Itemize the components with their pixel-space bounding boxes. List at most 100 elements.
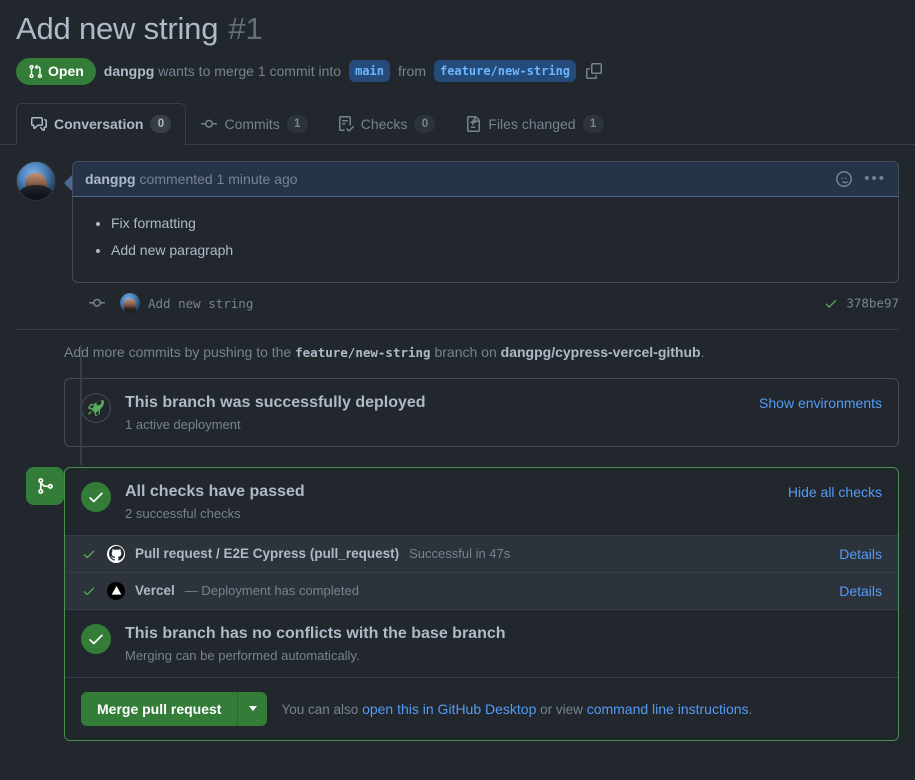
conflict-status: This branch has no conflicts with the ba… — [65, 608, 898, 677]
vercel-triangle-icon — [107, 581, 125, 600]
kebab-horizontal-icon[interactable]: ••• — [864, 171, 886, 186]
check-description: — Deployment has completed — [184, 583, 359, 599]
tab-counter: 1 — [582, 114, 604, 133]
tab-label: Checks — [360, 115, 408, 132]
check-details-link[interactable]: Details — [839, 583, 882, 599]
list-item: Fix formatting — [111, 213, 886, 235]
commit-sha[interactable]: 378be97 — [846, 296, 899, 311]
tab-files-changed[interactable]: Files changed 1 — [450, 103, 618, 144]
deployment-title: This branch was successfully deployed — [125, 394, 426, 412]
check-row: Pull request / E2E Cypress (pull_request… — [65, 534, 898, 572]
github-mark-icon — [107, 544, 125, 563]
check-circle-icon — [81, 623, 111, 654]
tab-commits[interactable]: Commits 1 — [186, 103, 322, 144]
github-desktop-link[interactable]: open this in GitHub Desktop — [362, 701, 536, 717]
check-icon — [81, 584, 97, 598]
comment-header-actions: ••• — [836, 170, 886, 187]
file-diff-icon — [465, 115, 481, 132]
checks-title: All checks have passed — [125, 482, 305, 500]
check-name[interactable]: Pull request / E2E Cypress (pull_request… — [135, 546, 399, 561]
comment-author[interactable]: dangpg — [85, 171, 136, 187]
merge-dropdown-button[interactable] — [237, 691, 268, 726]
pr-tabs: Conversation 0 Commits 1 Checks 0 Files … — [0, 102, 915, 145]
command-line-instructions-link[interactable]: command line instructions — [587, 701, 749, 717]
timeline: dangpg commented 1 minute ago ••• Fix fo… — [0, 145, 915, 741]
status-badge-label: Open — [48, 63, 84, 80]
merge-actions: Merge pull request You can also open thi… — [65, 676, 898, 740]
checks-summary-text: All checks have passed 2 successful chec… — [125, 482, 305, 521]
checks-summary: All checks have passed 2 successful chec… — [65, 468, 898, 535]
pr-meta-from: from — [397, 63, 426, 80]
merge-hint-middle: or view — [540, 701, 583, 717]
timeline-rail — [80, 344, 82, 465]
tab-label: Commits — [224, 115, 280, 132]
rocket-icon — [81, 393, 111, 424]
page-title-row: Add new string #1 — [0, 0, 915, 49]
push-hint-prefix: Add more commits by pushing to the — [64, 344, 292, 361]
comment-thread: dangpg commented 1 minute ago ••• Fix fo… — [16, 145, 899, 284]
check-icon — [81, 547, 97, 561]
deployment-subtitle: 1 active deployment — [125, 416, 241, 432]
commit-status: 378be97 — [823, 296, 899, 311]
avatar[interactable] — [16, 160, 56, 201]
check-icon — [823, 296, 839, 310]
git-commit-node-icon — [89, 295, 105, 311]
merge-button-group: Merge pull request — [81, 691, 268, 726]
checks-subtitle: 2 successful checks — [125, 505, 241, 521]
comment-list: Fix formatting Add new paragraph — [85, 213, 886, 262]
tab-counter: 0 — [150, 114, 172, 133]
base-branch-chip[interactable]: main — [349, 60, 390, 83]
hide-all-checks-link[interactable]: Hide all checks — [788, 482, 882, 500]
push-hint-branch: feature/new-string — [295, 345, 431, 361]
merge-hint: You can also open this in GitHub Desktop… — [281, 701, 752, 717]
pr-meta-text: dangpg wants to merge 1 commit into — [104, 63, 341, 79]
commit-content: Add new string — [120, 293, 253, 314]
comment-discussion-icon — [31, 116, 47, 132]
check-name[interactable]: Vercel — [135, 583, 175, 598]
deployment-text: This branch was successfully deployed 1 … — [125, 393, 426, 432]
push-hint-middle: branch on — [434, 344, 497, 361]
deployment-box: This branch was successfully deployed 1 … — [64, 378, 899, 447]
git-merge-icon — [26, 466, 64, 505]
check-details-link[interactable]: Details — [839, 546, 882, 562]
commit-message[interactable]: Add new string — [148, 296, 253, 311]
tab-counter: 1 — [286, 114, 308, 133]
copy-icon[interactable] — [586, 63, 603, 80]
conflict-text: This branch has no conflicts with the ba… — [125, 624, 506, 663]
show-environments-link[interactable]: Show environments — [759, 393, 882, 411]
comment-meta: commented 1 minute ago — [139, 170, 298, 187]
pr-meta-middle: wants to merge 1 commit into — [158, 63, 342, 80]
comment-body: Fix formatting Add new paragraph — [73, 197, 898, 282]
merge-pull-request-button[interactable]: Merge pull request — [81, 691, 238, 726]
tab-conversation[interactable]: Conversation 0 — [16, 102, 187, 145]
smiley-icon[interactable] — [836, 170, 853, 187]
tab-checks[interactable]: Checks 0 — [323, 103, 451, 144]
head-branch-chip[interactable]: feature/new-string — [433, 60, 577, 83]
check-circle-icon — [81, 481, 111, 512]
avatar[interactable] — [120, 293, 140, 314]
comment-box: dangpg commented 1 minute ago ••• Fix fo… — [64, 160, 899, 284]
conflict-subtitle: Merging can be performed automatically. — [125, 647, 360, 663]
commit-row: Add new string 378be97 — [16, 283, 899, 323]
comment-header: dangpg commented 1 minute ago ••• — [73, 161, 898, 197]
push-hint-suffix: . — [700, 344, 705, 361]
triangle-down-icon — [248, 706, 257, 712]
git-commit-icon — [201, 116, 218, 132]
pull-request-page: Add new string #1 Open dangpg wants to m… — [0, 0, 915, 780]
merge-hint-prefix: You can also — [281, 701, 359, 717]
tab-label: Files changed — [488, 115, 576, 132]
merge-box: All checks have passed 2 successful chec… — [64, 466, 899, 741]
conflict-head: This branch has no conflicts with the ba… — [81, 623, 882, 663]
push-hint: Add more commits by pushing to the featu… — [16, 330, 899, 374]
pull-request-icon — [28, 64, 43, 79]
pr-number: #1 — [228, 11, 263, 46]
check-description: Successful in 47s — [409, 546, 511, 562]
merge-hint-suffix: . — [748, 701, 753, 717]
tab-counter: 0 — [414, 114, 436, 133]
pr-meta-row: Open dangpg wants to merge 1 commit into… — [0, 49, 915, 85]
page-title: Add new string — [16, 11, 219, 46]
list-item: Add new paragraph — [111, 240, 886, 262]
check-row: Vercel — Deployment has completed Detail… — [65, 571, 898, 609]
merge-section: All checks have passed 2 successful chec… — [16, 466, 899, 741]
tab-label: Conversation — [54, 115, 144, 132]
